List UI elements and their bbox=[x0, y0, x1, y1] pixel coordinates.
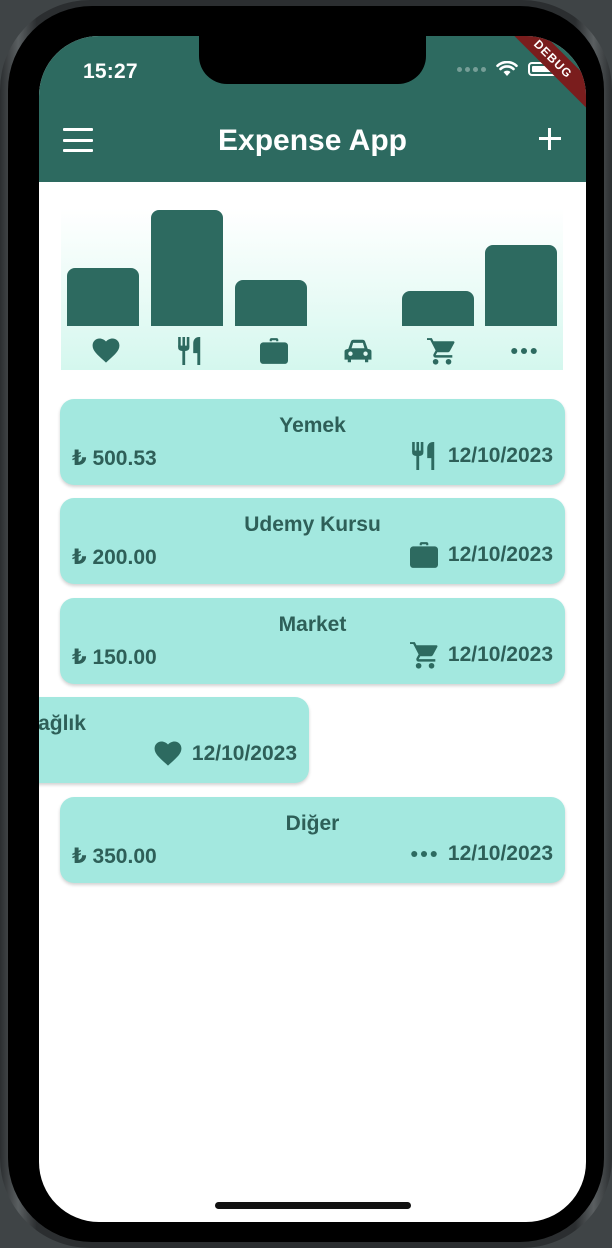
expense-title: Diğer bbox=[285, 812, 340, 835]
expense-title: ağlık bbox=[39, 712, 86, 735]
expense-meta: 12/10/2023 bbox=[154, 740, 297, 768]
chart-bar-food bbox=[151, 210, 223, 326]
app-bar: 15:27 DEBUG Expense App bbox=[39, 36, 586, 182]
chart-column-other bbox=[485, 208, 557, 370]
expense-chart bbox=[61, 208, 563, 370]
chart-column-health bbox=[67, 208, 139, 370]
chart-column-food bbox=[151, 208, 223, 370]
expense-date: 12/10/2023 bbox=[191, 742, 297, 765]
status-time: 15:27 bbox=[83, 60, 138, 83]
expense-title: Yemek bbox=[279, 414, 346, 437]
expense-amount: ₺ 500.53 bbox=[72, 447, 157, 470]
expense-card[interactable]: Diğer ₺ 350.00 12/10/2023 bbox=[60, 797, 565, 883]
expense-amount: ₺ 150.00 bbox=[72, 646, 157, 669]
expense-card[interactable]: ağlık 12/10/2023 bbox=[39, 697, 309, 783]
cart-icon bbox=[409, 641, 438, 669]
expense-card[interactable]: Market ₺ 150.00 12/10/2023 bbox=[60, 598, 565, 684]
phone-bezel: 15:27 DEBUG Expense App Yemek ₺ 500.53 1… bbox=[8, 6, 604, 1242]
expense-meta: 12/10/2023 bbox=[409, 641, 553, 669]
expense-date: 12/10/2023 bbox=[447, 842, 553, 865]
chart-bar-work bbox=[235, 280, 307, 326]
fork-knife-icon bbox=[175, 337, 205, 365]
fork-knife-icon bbox=[410, 442, 438, 470]
expense-amount: ₺ 200.00 bbox=[72, 546, 157, 569]
expense-meta: 12/10/2023 bbox=[410, 840, 553, 868]
expense-title: Market bbox=[278, 613, 347, 636]
heart-icon bbox=[154, 740, 182, 768]
heart-icon bbox=[91, 338, 121, 364]
expense-card[interactable]: Udemy Kursu ₺ 200.00 12/10/2023 bbox=[60, 498, 565, 584]
expense-date: 12/10/2023 bbox=[447, 444, 553, 467]
chart-column-car bbox=[319, 208, 391, 370]
more-icon bbox=[410, 840, 438, 868]
add-expense-button[interactable] bbox=[534, 123, 566, 155]
expense-card[interactable]: Yemek ₺ 500.53 12/10/2023 bbox=[60, 399, 565, 485]
wifi-icon bbox=[496, 61, 518, 76]
expense-meta: 12/10/2023 bbox=[410, 442, 553, 470]
expense-title: Udemy Kursu bbox=[244, 513, 381, 536]
expense-amount: ₺ 350.00 bbox=[72, 845, 157, 868]
home-indicator bbox=[215, 1202, 411, 1209]
chart-bar-other bbox=[485, 245, 557, 326]
app-screen: 15:27 DEBUG Expense App Yemek ₺ 500.53 1… bbox=[39, 36, 586, 1222]
chart-column-work bbox=[235, 208, 307, 370]
chart-bar-shopping bbox=[402, 291, 474, 326]
car-icon bbox=[343, 338, 373, 364]
page-title: Expense App bbox=[218, 124, 407, 157]
expense-date: 12/10/2023 bbox=[447, 643, 553, 666]
briefcase-icon bbox=[409, 541, 438, 569]
chart-column-shopping bbox=[402, 208, 474, 370]
more-icon bbox=[509, 338, 539, 364]
signal-icon bbox=[457, 66, 486, 72]
cart-icon bbox=[426, 338, 456, 365]
notch bbox=[199, 36, 426, 84]
phone-frame: 15:27 DEBUG Expense App Yemek ₺ 500.53 1… bbox=[0, 0, 612, 1248]
expense-meta: 12/10/2023 bbox=[409, 541, 553, 569]
briefcase-icon bbox=[259, 338, 289, 364]
expense-date: 12/10/2023 bbox=[447, 543, 553, 566]
chart-bar-health bbox=[67, 268, 139, 326]
